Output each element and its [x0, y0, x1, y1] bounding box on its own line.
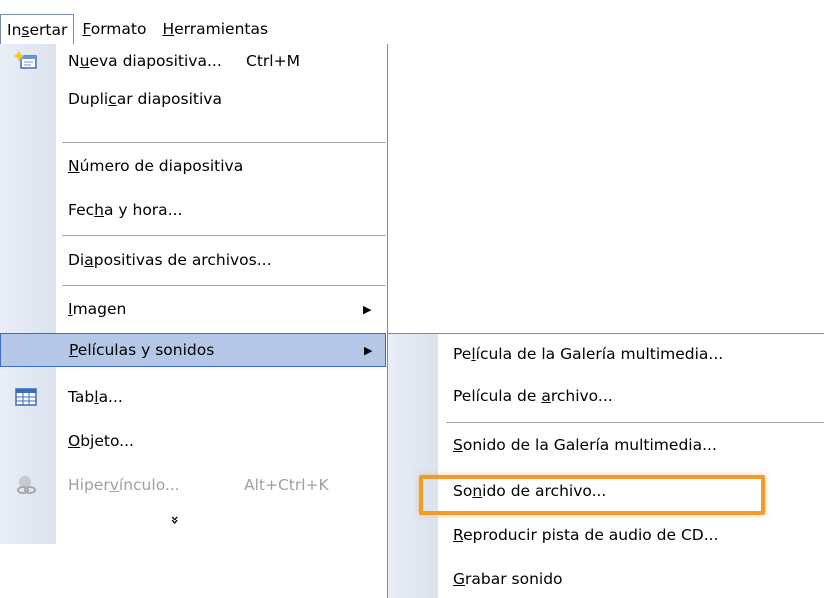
- menuitem-diapositivas-archivos[interactable]: Diapositivas de archivos...: [0, 243, 386, 277]
- menuitem-numero-diapositiva[interactable]: Número de diapositiva: [0, 149, 386, 183]
- menu-insertar[interactable]: Insertar: [0, 14, 75, 44]
- table-icon: [15, 388, 37, 406]
- submenuitem-pelicula-galeria[interactable]: Película de la Galería multimedia...: [388, 337, 824, 371]
- menu-label: ertar: [29, 21, 68, 39]
- menuitem-hipervinculo[interactable]: Hipervínculo... Alt+Ctrl+K: [0, 468, 386, 502]
- menu-accel: H: [162, 20, 175, 38]
- menuitem-tabla[interactable]: Tabla...: [0, 380, 386, 414]
- submenuitem-label: Película de la Galería multimedia...: [453, 345, 724, 363]
- menuitem-label: Imagen: [68, 300, 127, 318]
- shortcut-label: Alt+Ctrl+K: [244, 476, 329, 494]
- menu-label: ormato: [90, 20, 147, 38]
- submenuitem-label: Sonido de la Galería multimedia...: [453, 436, 717, 454]
- submenu-arrow-icon: ▶: [363, 302, 372, 316]
- menuitem-imagen[interactable]: Imagen ▶: [0, 292, 386, 326]
- menuitem-nueva-diapositiva[interactable]: Nueva diapositiva... Ctrl+M: [0, 44, 386, 78]
- menu-separator: [446, 422, 824, 423]
- hyperlink-icon: [17, 476, 36, 494]
- menu-label: erramientas: [174, 20, 269, 38]
- submenuitem-sonido-galeria[interactable]: Sonido de la Galería multimedia...: [388, 428, 824, 462]
- menu-bar: Insertar Formato Herramientas: [0, 14, 376, 44]
- menu-separator: [62, 142, 386, 143]
- menuitem-label: Tabla...: [68, 388, 123, 406]
- expand-menu-chevron-icon[interactable]: »: [167, 515, 183, 524]
- menu-separator: [62, 235, 386, 236]
- submenuitem-label: Grabar sonido: [453, 570, 563, 588]
- menuitem-label: Películas y sonidos: [69, 341, 215, 359]
- menu-accel: F: [82, 20, 91, 38]
- menu-label: In: [7, 21, 22, 39]
- menuitem-label: Fecha y hora...: [68, 201, 183, 219]
- menuitem-label: Número de diapositiva: [68, 157, 244, 175]
- submenuitem-audio-cd[interactable]: Reproducir pista de audio de CD...: [388, 518, 824, 552]
- menuitem-objeto[interactable]: Objeto...: [0, 424, 386, 458]
- menuitem-label: Objeto...: [68, 432, 134, 450]
- menuitem-label: Hipervínculo...: [68, 476, 180, 494]
- submenuitem-grabar-sonido[interactable]: Grabar sonido: [388, 562, 824, 596]
- menuitem-fecha-hora[interactable]: Fecha y hora...: [0, 193, 386, 227]
- new-slide-icon: [14, 51, 37, 69]
- menu-herramientas[interactable]: Herramientas: [154, 14, 276, 44]
- highlight-annotation: [419, 475, 765, 515]
- menuitem-peliculas-sonidos[interactable]: Películas y sonidos ▶: [0, 333, 386, 367]
- menu-separator: [62, 285, 386, 286]
- icon-column: [388, 334, 438, 598]
- submenuitem-label: Película de archivo...: [453, 387, 613, 405]
- submenu-arrow-icon: ▶: [364, 343, 373, 357]
- menuitem-label: Nueva diapositiva...: [68, 52, 222, 70]
- menuitem-duplicar-diapositiva[interactable]: Duplicar diapositiva: [0, 82, 386, 116]
- menuitem-label: Diapositivas de archivos...: [68, 251, 272, 269]
- menuitem-label: Duplicar diapositiva: [68, 90, 222, 108]
- submenuitem-label: Reproducir pista de audio de CD...: [453, 526, 719, 544]
- shortcut-label: Ctrl+M: [246, 52, 300, 70]
- submenuitem-pelicula-archivo[interactable]: Película de archivo...: [388, 379, 824, 413]
- insertar-dropdown: Nueva diapositiva... Ctrl+M Duplicar dia…: [0, 44, 388, 544]
- peliculas-sonidos-submenu: Película de la Galería multimedia... Pel…: [387, 333, 824, 598]
- menu-formato[interactable]: Formato: [74, 14, 154, 44]
